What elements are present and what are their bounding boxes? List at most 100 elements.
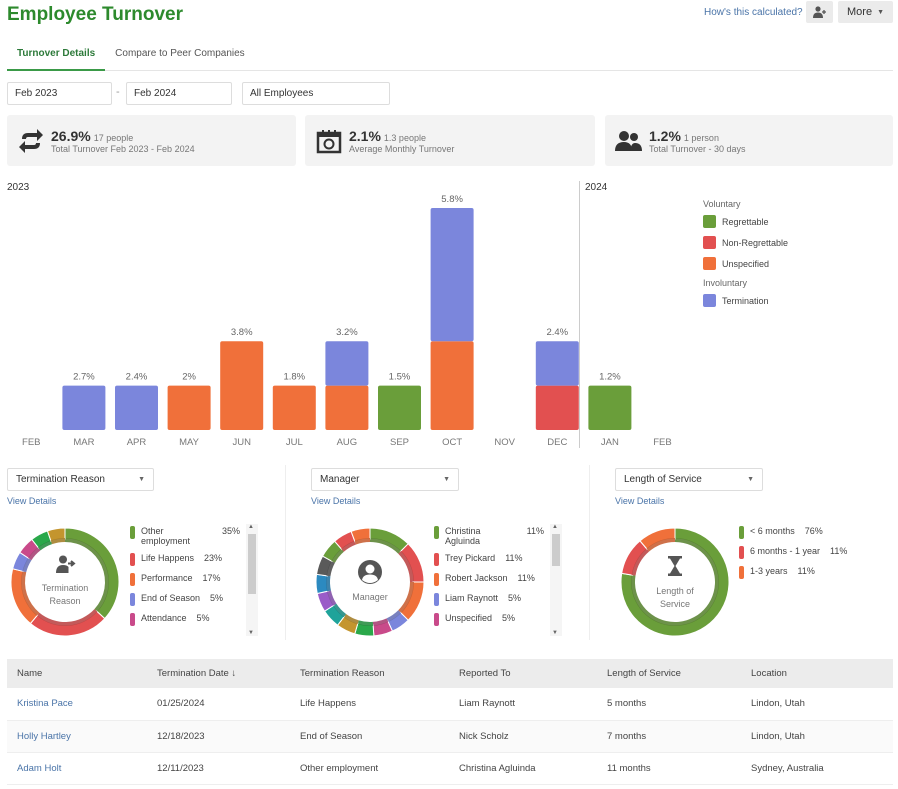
legend-item[interactable]: End of Season 5%	[130, 593, 240, 606]
tab-turnover-details[interactable]: Turnover Details	[7, 40, 106, 71]
people-icon	[615, 130, 642, 151]
start-date-input[interactable]: Feb 2023	[7, 82, 112, 105]
col-termination-date[interactable]: Termination Date ↓	[147, 659, 290, 688]
legend-swatch	[703, 236, 716, 249]
center-label-line: Reason	[49, 596, 81, 606]
bar-segment-unspecified[interactable]	[272, 385, 316, 430]
bar-segment-termination[interactable]	[535, 341, 579, 386]
legend-scrollbar[interactable]: ▲ ▼	[550, 524, 562, 636]
legend-scrollbar[interactable]: ▲ ▼	[246, 524, 258, 636]
table-cell: Nick Scholz	[449, 720, 597, 753]
employee-group-select[interactable]: All Employees	[242, 82, 390, 105]
breakdown-select-manager[interactable]: Manager ▼	[311, 468, 459, 491]
legend-item[interactable]: Other employment 35%	[130, 526, 240, 546]
legend-color-bar	[739, 526, 744, 539]
x-axis-tick-label: JUN	[232, 437, 251, 448]
legend-item-non-regrettable[interactable]: Non-Regrettable	[703, 236, 788, 249]
scroll-down-icon[interactable]: ▼	[248, 630, 254, 636]
employee-name-link[interactable]: Kristina Pace	[7, 688, 147, 721]
table-row[interactable]: Kristina Pace 01/25/2024 Life Happens Liam …	[7, 688, 893, 721]
employee-name-link[interactable]: Adam Holt	[7, 752, 147, 785]
legend-label: 6 months - 1 year	[750, 546, 821, 556]
bar-segment-non-regrettable[interactable]	[535, 385, 579, 430]
legend-percent: 11%	[505, 553, 523, 563]
col-location[interactable]: Location	[741, 659, 893, 688]
stat-people: 1 person	[683, 132, 719, 143]
length-of-service-legend: < 6 months 76% 6 months - 1 year 11% 1-3 yea…	[739, 526, 889, 586]
table-row[interactable]: Adam Holt 12/11/2023 Other employment Chris…	[7, 752, 893, 785]
scroll-thumb[interactable]	[248, 534, 256, 594]
repeat-icon	[19, 128, 43, 153]
panel-divider	[589, 465, 590, 640]
scroll-up-icon[interactable]: ▲	[552, 524, 558, 530]
bar-segment-termination[interactable]	[115, 385, 158, 430]
table-cell: Lindon, Utah	[741, 720, 893, 753]
bar-segment-regrettable[interactable]	[588, 385, 632, 430]
bar-segment-unspecified[interactable]	[430, 341, 474, 430]
bar-segment-unspecified[interactable]	[220, 341, 264, 430]
manager-legend: Christina Agluinda 11% Trey Pickard 11% Robe…	[434, 526, 544, 633]
view-details-link[interactable]: View Details	[615, 496, 664, 506]
legend-item[interactable]: 1-3 years 11%	[739, 566, 889, 579]
table-cell: 7 months	[597, 720, 741, 753]
stat-people: 17 people	[93, 132, 134, 143]
col-reported-to[interactable]: Reported To	[449, 659, 597, 688]
legend-item[interactable]: Unspecified 5%	[434, 613, 544, 626]
add-person-button[interactable]	[806, 1, 833, 23]
termination-reason-legend: Other employment 35% Life Happens 23% Perfor…	[130, 526, 240, 633]
col-length-of-service[interactable]: Length of Service	[597, 659, 741, 688]
caret-down-icon: ▼	[877, 8, 884, 16]
scroll-down-icon[interactable]: ▼	[552, 630, 558, 636]
bar-segment-termination[interactable]	[430, 208, 474, 342]
breakdown-select-termination-reason[interactable]: Termination Reason ▼	[7, 468, 154, 491]
how-calculated-link[interactable]: How's this calculated?	[704, 7, 803, 18]
legend-item[interactable]: Performance 17%	[130, 573, 240, 586]
legend-label: Liam Raynott	[445, 593, 499, 603]
legend-percent: 11%	[830, 546, 848, 556]
x-axis-tick-label: FEB	[653, 437, 671, 448]
legend-item-termination[interactable]: Termination	[703, 294, 788, 307]
bar-segment-termination[interactable]	[62, 385, 106, 430]
x-axis-tick-label: JAN	[601, 437, 619, 448]
breakdown-select-length-of-service[interactable]: Length of Service ▼	[615, 468, 763, 491]
legend-item[interactable]: Life Happens 23%	[130, 553, 240, 566]
legend-group-involuntary: Involuntary	[703, 278, 748, 288]
end-date-input[interactable]: Feb 2024	[126, 82, 232, 105]
stat-30-day: 1.2% 1 person Total Turnover - 30 days	[605, 115, 893, 166]
col-name[interactable]: Name	[7, 659, 147, 688]
legend-item[interactable]: Christina Agluinda 11%	[434, 526, 544, 546]
user-arrow-icon	[56, 555, 76, 573]
legend-color-bar	[434, 593, 439, 606]
caret-down-icon: ▼	[443, 476, 450, 483]
view-details-link[interactable]: View Details	[7, 496, 56, 506]
legend-item-regrettable[interactable]: Regrettable	[703, 215, 788, 228]
legend-item-unspecified[interactable]: Unspecified	[703, 257, 788, 270]
table-cell: 01/25/2024	[147, 688, 290, 721]
table-row[interactable]: Holly Hartley 12/18/2023 End of Season Nick…	[7, 720, 893, 753]
legend-percent: 17%	[202, 573, 221, 583]
col-termination-reason[interactable]: Termination Reason	[290, 659, 449, 688]
view-details-link[interactable]: View Details	[311, 496, 360, 506]
bar-segment-unspecified[interactable]	[167, 385, 211, 430]
legend-item[interactable]: < 6 months 76%	[739, 526, 889, 539]
employee-name-link[interactable]: Holly Hartley	[7, 720, 147, 753]
scroll-thumb[interactable]	[552, 534, 560, 566]
legend-label: Attendance	[141, 613, 187, 623]
bar-segment-regrettable[interactable]	[378, 385, 421, 430]
table-cell: Life Happens	[290, 688, 449, 721]
table-cell: 5 months	[597, 688, 741, 721]
tab-compare-peers[interactable]: Compare to Peer Companies	[105, 40, 255, 71]
scroll-up-icon[interactable]: ▲	[248, 524, 254, 530]
legend-item[interactable]: Liam Raynott 5%	[434, 593, 544, 606]
legend-item[interactable]: Trey Pickard 11%	[434, 553, 544, 566]
bar-segment-termination[interactable]	[325, 341, 369, 386]
stat-label: Total Turnover - 30 days	[649, 143, 746, 154]
legend-item[interactable]: Attendance 5%	[130, 613, 240, 626]
legend-item[interactable]: 6 months - 1 year 11%	[739, 546, 889, 559]
table-cell: Lindon, Utah	[741, 688, 893, 721]
select-value: Manager	[320, 474, 360, 485]
legend-label: Life Happens	[141, 553, 195, 563]
legend-item[interactable]: Robert Jackson 11%	[434, 573, 544, 586]
bar-segment-unspecified[interactable]	[325, 385, 369, 430]
more-menu-button[interactable]: More ▼	[838, 1, 893, 23]
